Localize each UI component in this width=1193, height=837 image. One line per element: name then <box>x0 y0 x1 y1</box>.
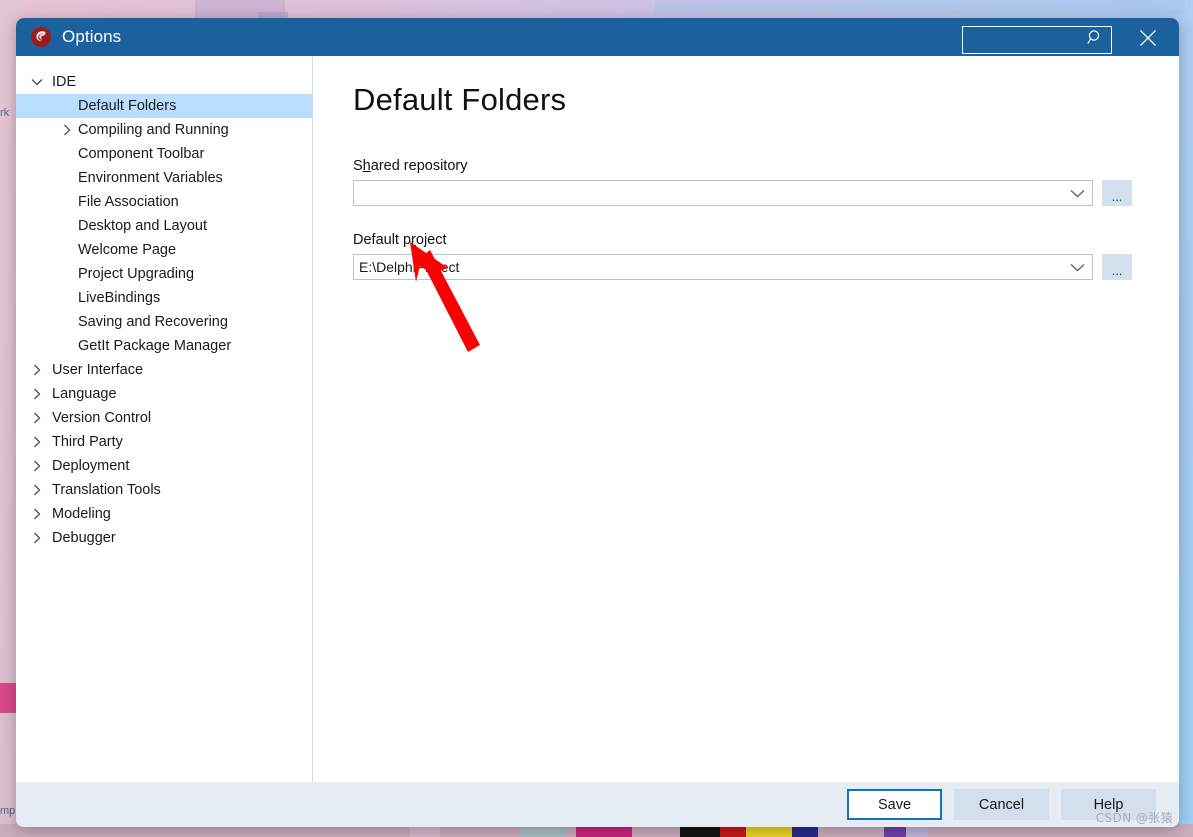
sidebar-item-version-control[interactable]: Version Control <box>16 406 312 430</box>
default-project-value[interactable]: E:\DelphiProject <box>354 259 1062 275</box>
label-part: ared repository <box>370 158 468 174</box>
sidebar-item-welcome-page[interactable]: Welcome Page <box>16 238 312 262</box>
dialog-body: IDE Default Folders Compiling and Running C… <box>16 56 1179 782</box>
search-input[interactable] <box>963 27 1083 53</box>
chevron-down-icon[interactable] <box>1062 255 1092 279</box>
sidebar-item-debugger[interactable]: Debugger <box>16 526 312 550</box>
sidebar-item-label: Default Folders <box>78 98 177 114</box>
sidebar-item-label: Debugger <box>52 530 116 546</box>
chevron-right-icon[interactable] <box>26 527 48 549</box>
sidebar-item-label: Language <box>52 386 117 402</box>
chevron-right-icon[interactable] <box>26 407 48 429</box>
sidebar-item-translation-tools[interactable]: Translation Tools <box>16 478 312 502</box>
sidebar-item-label: Translation Tools <box>52 482 161 498</box>
sidebar-item-modeling[interactable]: Modeling <box>16 502 312 526</box>
default-project-label: Default project <box>353 232 1179 248</box>
chevron-right-icon[interactable] <box>26 431 48 453</box>
chevron-down-icon[interactable] <box>1062 181 1092 205</box>
shared-repository-label: Shared repository <box>353 158 1179 174</box>
chevron-right-icon[interactable] <box>26 503 48 525</box>
sidebar-item-label: Compiling and Running <box>78 122 229 138</box>
sidebar-item-label: GetIt Package Manager <box>78 338 232 354</box>
sidebar-item-label: Desktop and Layout <box>78 218 207 234</box>
watermark: CSDN @张猿 <box>1095 811 1173 825</box>
save-button[interactable]: Save <box>847 789 942 820</box>
sidebar-item-ide[interactable]: IDE <box>16 70 312 94</box>
settings-pane: Default Folders Shared repository ... De… <box>313 56 1179 782</box>
sidebar-item-label: File Association <box>78 194 179 210</box>
default-project-row: E:\DelphiProject ... <box>353 254 1179 280</box>
sidebar-item-label: LiveBindings <box>78 290 161 306</box>
sidebar-item-desktop-and-layout[interactable]: Desktop and Layout <box>16 214 312 238</box>
chevron-right-icon[interactable] <box>26 359 48 381</box>
sidebar-item-project-upgrading[interactable]: Project Upgrading <box>16 262 312 286</box>
search-box[interactable] <box>962 26 1112 54</box>
sidebar-item-saving-and-recovering[interactable]: Saving and Recovering <box>16 310 312 334</box>
settings-tree[interactable]: IDE Default Folders Compiling and Running C… <box>16 56 313 782</box>
sidebar-item-third-party[interactable]: Third Party <box>16 430 312 454</box>
sidebar-item-compiling-and-running[interactable]: Compiling and Running <box>16 118 312 142</box>
sidebar-item-label: Third Party <box>52 434 123 450</box>
desktop-top-strip-b <box>655 0 1185 14</box>
search-icon <box>1087 29 1104 51</box>
cancel-button[interactable]: Cancel <box>954 789 1049 820</box>
sidebar-item-label: Project Upgrading <box>78 266 195 282</box>
sidebar-item-component-toolbar[interactable]: Component Toolbar <box>16 142 312 166</box>
sidebar-item-label: IDE <box>52 74 77 90</box>
sidebar-item-user-interface[interactable]: User Interface <box>16 358 312 382</box>
sidebar-item-label: Welcome Page <box>78 242 177 258</box>
sidebar-item-label: Component Toolbar <box>78 146 205 162</box>
shared-repository-browse-button[interactable]: ... <box>1102 180 1132 206</box>
sidebar-item-label: Environment Variables <box>78 170 223 186</box>
sidebar-item-label: Modeling <box>52 506 111 522</box>
sidebar-item-label: Saving and Recovering <box>78 314 228 330</box>
sidebar-item-deployment[interactable]: Deployment <box>16 454 312 478</box>
sidebar-item-label: User Interface <box>52 362 144 378</box>
desktop-background: rk mp Options IDE Default Folders Compil… <box>0 0 1193 837</box>
sidebar-item-label: Deployment <box>52 458 130 474</box>
chevron-right-icon[interactable] <box>26 455 48 477</box>
shared-repository-row: ... <box>353 180 1179 206</box>
window-title: Options <box>62 27 122 46</box>
field-group-default-project: Default project E:\DelphiProject ... <box>353 232 1179 352</box>
label-accelerator: h <box>362 158 371 174</box>
sidebar-item-environment-variables[interactable]: Environment Variables <box>16 166 312 190</box>
sidebar-item-file-association[interactable]: File Association <box>16 190 312 214</box>
options-dialog: Options IDE Default Folders Compiling an… <box>16 18 1179 827</box>
chevron-right-icon[interactable] <box>26 383 48 405</box>
shared-repository-combobox[interactable] <box>353 180 1093 206</box>
chevron-right-icon[interactable] <box>26 479 48 501</box>
close-button[interactable] <box>1132 24 1164 56</box>
sidebar-item-language[interactable]: Language <box>16 382 312 406</box>
label-part: S <box>353 158 363 174</box>
title-bar: Options <box>16 18 1179 56</box>
default-project-browse-button[interactable]: ... <box>1102 254 1132 280</box>
close-icon <box>1139 29 1157 52</box>
sidebar-item-getit-package-manager[interactable]: GetIt Package Manager <box>16 334 312 358</box>
page-title: Default Folders <box>353 82 567 117</box>
delphi-logo-icon <box>31 27 51 47</box>
label-part: oject <box>415 232 447 248</box>
sidebar-item-label: Version Control <box>52 410 152 426</box>
default-project-combobox[interactable]: E:\DelphiProject <box>353 254 1093 280</box>
chevron-down-icon[interactable] <box>26 71 48 93</box>
sidebar-item-default-folders[interactable]: Default Folders <box>16 94 312 118</box>
sidebar-item-livebindings[interactable]: LiveBindings <box>16 286 312 310</box>
dialog-footer: Save Cancel Help CSDN @张猿 <box>16 782 1179 827</box>
chevron-right-icon[interactable] <box>56 119 78 141</box>
field-group-shared-repository: Shared repository ... <box>353 158 1179 206</box>
label-part: Default p <box>353 232 412 248</box>
